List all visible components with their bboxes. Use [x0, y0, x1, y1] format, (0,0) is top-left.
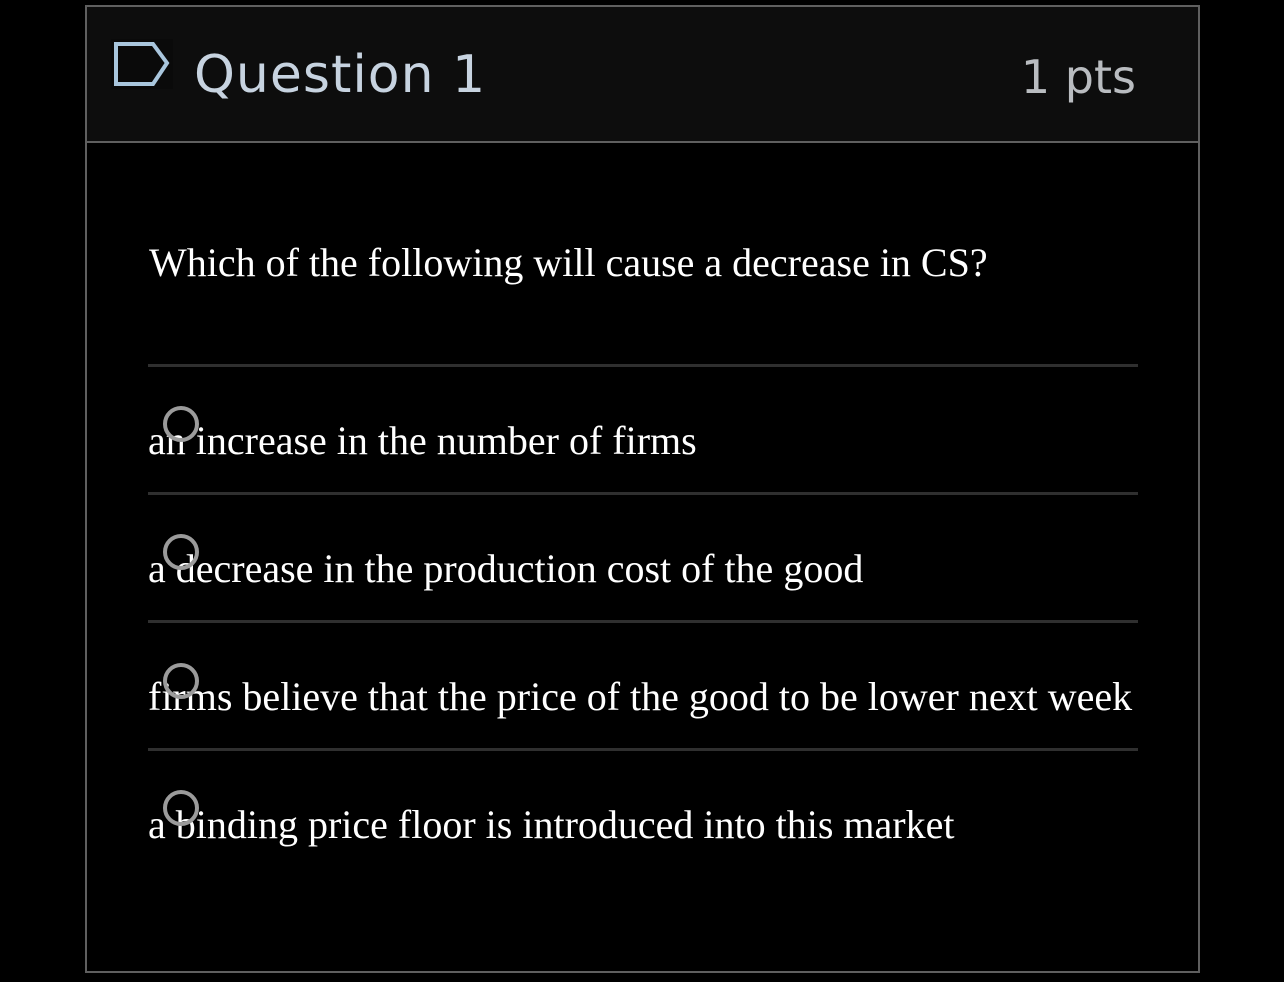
question-points: 1 pts: [1020, 50, 1136, 104]
question-card: Question 1 1 pts Which of the following …: [85, 5, 1200, 973]
answer-label: a decrease in the production cost of the…: [148, 546, 864, 591]
question-title: Question 1: [194, 45, 487, 105]
answer-option-2[interactable]: a decrease in the production cost of the…: [148, 495, 1138, 619]
answer-label: a binding price floor is introduced into…: [148, 802, 955, 847]
answer-divider: [148, 364, 1138, 367]
answer-list: an increase in the number of firms a dec…: [148, 364, 1138, 876]
answer-option-3[interactable]: firms believe that the price of the good…: [148, 623, 1138, 747]
answer-option-4[interactable]: a binding price floor is introduced into…: [148, 751, 1138, 875]
answer-label: an increase in the number of firms: [148, 418, 697, 463]
flag-icon[interactable]: [111, 39, 173, 89]
answer-divider: [148, 620, 1138, 623]
radio-button[interactable]: [163, 406, 199, 442]
answer-divider: [148, 492, 1138, 495]
question-header: Question 1 1 pts: [87, 7, 1198, 143]
question-text: Which of the following will cause a decr…: [149, 240, 988, 285]
radio-button[interactable]: [163, 663, 199, 699]
answer-divider: [148, 748, 1138, 751]
radio-button[interactable]: [163, 790, 199, 826]
radio-button[interactable]: [163, 534, 199, 570]
answer-option-1[interactable]: an increase in the number of firms: [148, 367, 1138, 491]
answer-label: firms believe that the price of the good…: [148, 674, 1133, 719]
